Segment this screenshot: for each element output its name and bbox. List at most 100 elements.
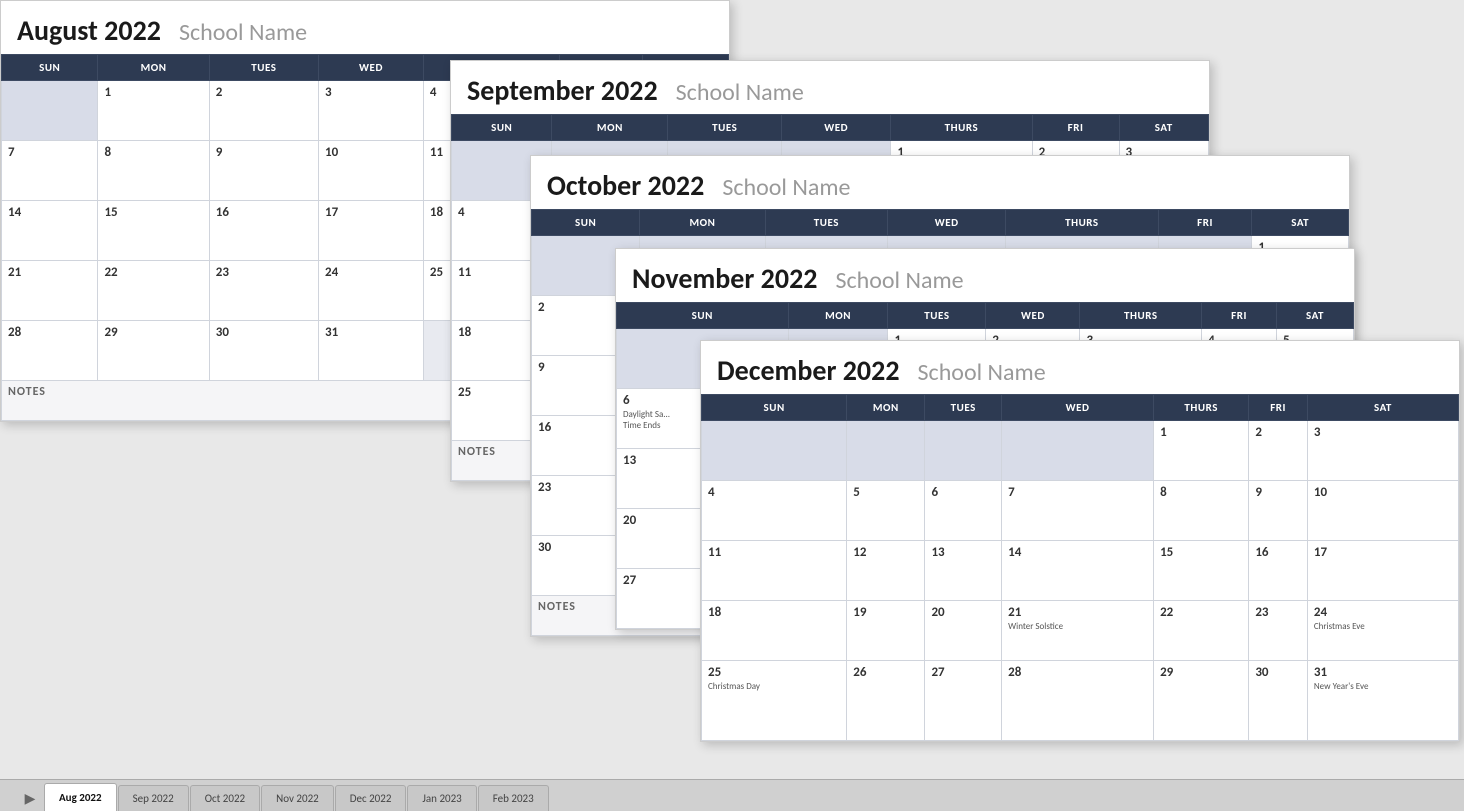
table-row: 21Winter Solstice — [1002, 601, 1154, 661]
table-row: 22 — [1154, 601, 1249, 661]
table-row: 14 — [1002, 541, 1154, 601]
tab-feb-2023[interactable]: Feb 2023 — [478, 785, 549, 811]
table-row: 8 — [98, 141, 209, 201]
table-row: 7 — [1002, 481, 1154, 541]
sep-month-title: September 2022 — [467, 73, 658, 108]
sep-school-name: School Name — [676, 78, 804, 107]
oct-col-sat: SAT — [1252, 210, 1349, 236]
sep-col-sun: SUN — [452, 115, 552, 141]
table-row: 23 — [1249, 601, 1308, 661]
dec-col-tue: TUES — [925, 395, 1002, 421]
aug-col-wed: WED — [319, 55, 424, 81]
table-row: 10 — [1307, 481, 1458, 541]
nov-month-title: November 2022 — [632, 261, 817, 296]
table-row: 4 — [702, 481, 847, 541]
table-row: 1 — [98, 81, 209, 141]
table-row: 22 — [98, 261, 209, 321]
dec-col-sun: SUN — [702, 395, 847, 421]
sep-col-tue: TUES — [668, 115, 782, 141]
sep-col-mon: MON — [552, 115, 668, 141]
sep-col-sat: SAT — [1119, 115, 1209, 141]
table-row: 28 — [2, 321, 98, 381]
oct-month-title: October 2022 — [547, 168, 704, 203]
dec-col-thu: THURS — [1154, 395, 1249, 421]
table-row: 30 — [209, 321, 318, 381]
dec-col-wed: WED — [1002, 395, 1154, 421]
table-row — [847, 421, 925, 481]
table-row: 7 — [2, 141, 98, 201]
table-row — [702, 421, 847, 481]
oct-col-wed: WED — [888, 210, 1006, 236]
table-row: 29 — [1154, 661, 1249, 741]
tab-dec-2022[interactable]: Dec 2022 — [335, 785, 407, 811]
dec-school-name: School Name — [918, 358, 1046, 387]
table-row: 27 — [925, 661, 1002, 741]
oct-col-fri: FRI — [1158, 210, 1252, 236]
nov-col-sun: SUN — [617, 303, 789, 329]
table-row: 17 — [1307, 541, 1458, 601]
table-row: 18 — [702, 601, 847, 661]
table-row: 25 Christmas Day — [702, 661, 847, 741]
table-row: 2 — [1249, 421, 1308, 481]
dec-col-sat: SAT — [1307, 395, 1458, 421]
oct-col-sun: SUN — [532, 210, 640, 236]
aug-col-mon: MON — [98, 55, 209, 81]
table-row — [2, 81, 98, 141]
table-row: 28 — [1002, 661, 1154, 741]
table-row: 15 — [1154, 541, 1249, 601]
table-row: 15 — [98, 201, 209, 261]
table-row: 12 — [847, 541, 925, 601]
tab-bar: ▶ Aug 2022 Sep 2022 Oct 2022 Nov 2022 De… — [0, 779, 1464, 811]
table-row — [925, 421, 1002, 481]
table-row: 24Christmas Eve — [1307, 601, 1458, 661]
table-row: 31 — [319, 321, 424, 381]
table-row — [1002, 421, 1154, 481]
table-row: 5 — [847, 481, 925, 541]
dec-month-title: December 2022 — [717, 353, 900, 388]
dec-col-fri: FRI — [1249, 395, 1308, 421]
table-row: 2 — [209, 81, 318, 141]
aug-col-sun: SUN — [2, 55, 98, 81]
table-row: 6 — [925, 481, 1002, 541]
nov-col-fri: FRI — [1202, 303, 1277, 329]
table-row: 8 — [1154, 481, 1249, 541]
dec-col-mon: MON — [847, 395, 925, 421]
oct-col-mon: MON — [640, 210, 765, 236]
tab-prev-button[interactable]: ▶ — [20, 785, 40, 811]
oct-col-tue: TUES — [765, 210, 888, 236]
nov-col-tue: TUES — [888, 303, 986, 329]
table-row: 9 — [209, 141, 318, 201]
tab-sep-2022[interactable]: Sep 2022 — [118, 785, 189, 811]
table-row: 11 — [702, 541, 847, 601]
table-row: 21 — [2, 261, 98, 321]
sep-col-fri: FRI — [1032, 115, 1119, 141]
nov-school-name: School Name — [835, 266, 963, 295]
aug-col-tue: TUES — [209, 55, 318, 81]
nov-col-wed: WED — [986, 303, 1080, 329]
table-row: 17 — [319, 201, 424, 261]
table-row: 23 — [209, 261, 318, 321]
aug-school-name: School Name — [179, 18, 307, 47]
table-row: 9 — [1249, 481, 1308, 541]
oct-school-name: School Name — [722, 173, 850, 202]
oct-col-thu: THURS — [1006, 210, 1159, 236]
aug-month-title: August 2022 — [17, 13, 161, 48]
tab-nov-2022[interactable]: Nov 2022 — [261, 785, 334, 811]
nov-col-mon: MON — [788, 303, 888, 329]
table-row: 16 — [1249, 541, 1308, 601]
tab-oct-2022[interactable]: Oct 2022 — [190, 785, 260, 811]
calendar-december: December 2022 School Name SUN MON TUES W… — [700, 340, 1460, 742]
tab-aug-2022[interactable]: Aug 2022 — [44, 783, 117, 811]
table-row: 10 — [319, 141, 424, 201]
sep-col-thu: THURS — [891, 115, 1032, 141]
sep-col-wed: WED — [782, 115, 891, 141]
table-row: 1 — [1154, 421, 1249, 481]
table-row: 31 New Year's Eve — [1307, 661, 1458, 741]
table-row: 24 — [319, 261, 424, 321]
nov-col-thu: THURS — [1080, 303, 1202, 329]
table-row: 14 — [2, 201, 98, 261]
tab-jan-2023[interactable]: Jan 2023 — [407, 785, 476, 811]
table-row: 16 — [209, 201, 318, 261]
table-row: 26 — [847, 661, 925, 741]
table-row: 13 — [925, 541, 1002, 601]
